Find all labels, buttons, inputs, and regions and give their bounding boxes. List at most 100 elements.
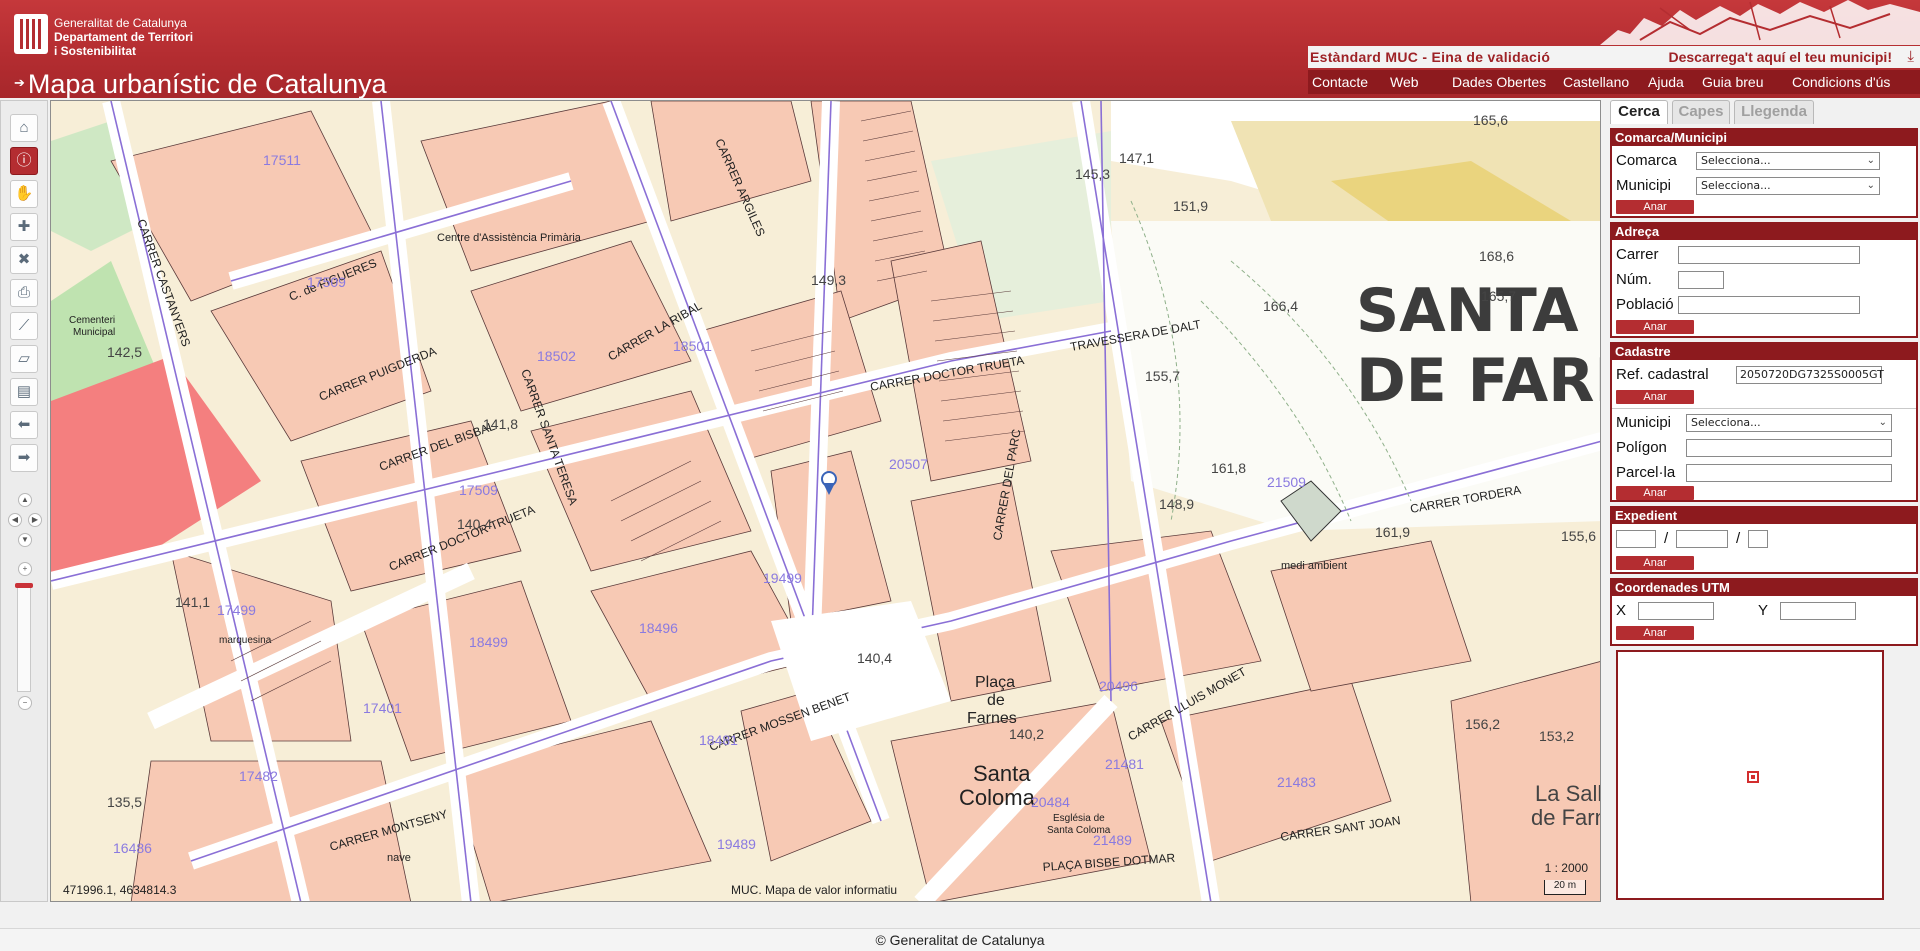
catalonia-map-silhouette bbox=[1600, 0, 1920, 45]
poligon-input[interactable] bbox=[1686, 439, 1892, 457]
map-scale: 1 : 2000 bbox=[1544, 861, 1588, 875]
app-header: Generalitat de Catalunya Departament de … bbox=[0, 0, 1920, 98]
cad-municipi-select[interactable]: Selecciona... ⌄ bbox=[1686, 414, 1892, 432]
zoom-out-icon[interactable]: − bbox=[18, 696, 32, 710]
parcela-input[interactable] bbox=[1686, 464, 1892, 482]
comarca-go-button[interactable]: Anar bbox=[1616, 200, 1694, 214]
download-icon[interactable]: ⤓ bbox=[1907, 48, 1914, 65]
elevation-label: 145,3 bbox=[1075, 166, 1110, 182]
print-icon[interactable]: ⎙ bbox=[10, 279, 38, 307]
nav-dades-obertes[interactable]: Dades Obertes bbox=[1452, 74, 1546, 90]
label-cementiri2: Municipal bbox=[73, 327, 115, 338]
nav-castellano[interactable]: Castellano bbox=[1563, 74, 1629, 90]
label-cementiri1: Cementeri bbox=[69, 315, 115, 326]
measure-area-icon[interactable]: ▱ bbox=[10, 345, 38, 373]
expedient-section: Expedient / / Anar bbox=[1610, 506, 1918, 574]
nav-web[interactable]: Web bbox=[1390, 74, 1419, 90]
poblacio-input[interactable] bbox=[1678, 296, 1860, 314]
scale-bar: 20 m bbox=[1544, 880, 1586, 895]
overview-location-marker-icon bbox=[1747, 771, 1759, 783]
town-title-line2: DE FARN bbox=[1356, 346, 1601, 416]
comarca-section: Comarca/Municipi Comarca Selecciona... ⌄ … bbox=[1610, 128, 1918, 218]
cadastre-section: Cadastre Ref. cadastral 2050720DG7325S00… bbox=[1610, 342, 1918, 502]
poblacio-label: Població bbox=[1616, 296, 1674, 313]
town-title-line1: SANTA CO bbox=[1356, 276, 1601, 346]
comarca-select[interactable]: Selecciona... ⌄ bbox=[1696, 152, 1880, 170]
label-marquesina: marquesina bbox=[219, 635, 272, 646]
back-arrow-icon[interactable]: ⬅ bbox=[10, 411, 38, 439]
elevation-label: 140,2 bbox=[1009, 726, 1044, 742]
expedient-go-button[interactable]: Anar bbox=[1616, 556, 1694, 570]
elevation-label: 168,6 bbox=[1479, 248, 1514, 264]
muc-standard-link[interactable]: Estàndard MUC - Eina de validació bbox=[1310, 49, 1550, 65]
forward-arrow-icon[interactable]: ➡ bbox=[10, 444, 38, 472]
expedient-input-3[interactable] bbox=[1748, 530, 1768, 548]
elevation-label: 155,6 bbox=[1561, 528, 1596, 544]
parcel-number: 18496 bbox=[639, 620, 678, 636]
pan-left-icon[interactable]: ◀ bbox=[8, 513, 22, 527]
utm-y-label: Y bbox=[1758, 602, 1769, 619]
tab-llegenda[interactable]: Llegenda bbox=[1734, 100, 1814, 124]
zoom-slider-track[interactable] bbox=[17, 584, 31, 692]
elevation-label: 142,5 bbox=[107, 344, 142, 360]
layer-remove-icon[interactable]: ✖ bbox=[10, 246, 38, 274]
parcel-number: 20496 bbox=[1099, 678, 1138, 694]
carrer-input[interactable] bbox=[1678, 246, 1860, 264]
zoom-slider-thumb[interactable] bbox=[15, 583, 33, 588]
parcel-number: 21483 bbox=[1277, 774, 1316, 790]
parcel-number: 21509 bbox=[1267, 474, 1306, 490]
cad-municipi-label: Municipi bbox=[1616, 414, 1672, 431]
nav-ajuda[interactable]: Ajuda bbox=[1648, 74, 1684, 90]
parcel-number: 19499 bbox=[763, 570, 802, 586]
banner-strip: Estàndard MUC - Eina de validació Descar… bbox=[1308, 46, 1920, 68]
map-export-icon[interactable]: ▤ bbox=[10, 378, 38, 406]
section-title: Coordenades UTM bbox=[1612, 580, 1916, 596]
overview-map[interactable] bbox=[1616, 650, 1884, 900]
pan-down-icon[interactable]: ▼ bbox=[18, 533, 32, 547]
expedient-input-1[interactable] bbox=[1616, 530, 1656, 548]
utm-y-input[interactable] bbox=[1780, 602, 1856, 620]
measure-line-icon[interactable]: ⟋ bbox=[10, 312, 38, 340]
map-canvas[interactable]: SANTA CO DE FARN Plaça de Farnes Santa C… bbox=[50, 100, 1601, 902]
cursor-coordinates: 471996.1, 4634814.3 bbox=[63, 883, 177, 897]
hand-pan-icon[interactable]: ✋ bbox=[10, 180, 38, 208]
layer-add-icon[interactable]: ✚ bbox=[10, 213, 38, 241]
ref-cadastral-input[interactable]: 2050720DG7325S0005GT bbox=[1736, 366, 1884, 384]
parcel-number: 18481 bbox=[699, 732, 738, 748]
label-placa-3: Farnes bbox=[967, 710, 1017, 727]
utm-x-input[interactable] bbox=[1638, 602, 1714, 620]
nav-condicions[interactable]: Condicions d'ús bbox=[1792, 74, 1890, 90]
poligon-label: Polígon bbox=[1616, 439, 1667, 456]
tab-cerca[interactable]: Cerca bbox=[1610, 100, 1668, 124]
chevron-down-icon: ⌄ bbox=[1866, 180, 1875, 191]
nav-contacte[interactable]: Contacte bbox=[1312, 74, 1368, 90]
parcel-number: 21489 bbox=[1093, 832, 1132, 848]
expedient-input-2[interactable] bbox=[1676, 530, 1728, 548]
parcel-number: 20484 bbox=[1031, 794, 1070, 810]
nav-guia-breu[interactable]: Guia breu bbox=[1702, 74, 1763, 90]
utm-x-label: X bbox=[1616, 602, 1627, 619]
municipi-select[interactable]: Selecciona... ⌄ bbox=[1696, 177, 1880, 195]
info-icon[interactable]: ⓘ bbox=[10, 147, 38, 175]
zoom-in-icon[interactable]: + bbox=[18, 562, 32, 576]
comarca-label: Comarca bbox=[1616, 152, 1677, 169]
label-medi: medi ambient bbox=[1281, 560, 1347, 572]
parcela-go-button[interactable]: Anar bbox=[1616, 486, 1694, 500]
home-icon[interactable]: ⌂ bbox=[10, 114, 38, 142]
parcel-number: 17511 bbox=[263, 152, 301, 168]
parcel-number: 19489 bbox=[717, 836, 756, 852]
pan-up-icon[interactable]: ▲ bbox=[18, 493, 32, 507]
pan-right-icon[interactable]: ▶ bbox=[28, 513, 42, 527]
utm-go-button[interactable]: Anar bbox=[1616, 626, 1694, 640]
download-municipality-link[interactable]: Descarrega't aquí el teu municipi! bbox=[1668, 49, 1892, 65]
address-go-button[interactable]: Anar bbox=[1616, 320, 1694, 334]
tab-capes[interactable]: Capes bbox=[1672, 100, 1730, 124]
generalitat-logo[interactable] bbox=[14, 14, 48, 54]
elevation-label: 165,6 bbox=[1473, 112, 1508, 128]
cadastre-go-button[interactable]: Anar bbox=[1616, 390, 1694, 404]
elevation-label: 151,9 bbox=[1173, 198, 1208, 214]
elevation-label: 147,1 bbox=[1119, 150, 1154, 166]
parcel-number: 20507 bbox=[889, 456, 928, 472]
label-nave: nave bbox=[387, 852, 411, 864]
num-input[interactable] bbox=[1678, 271, 1724, 289]
